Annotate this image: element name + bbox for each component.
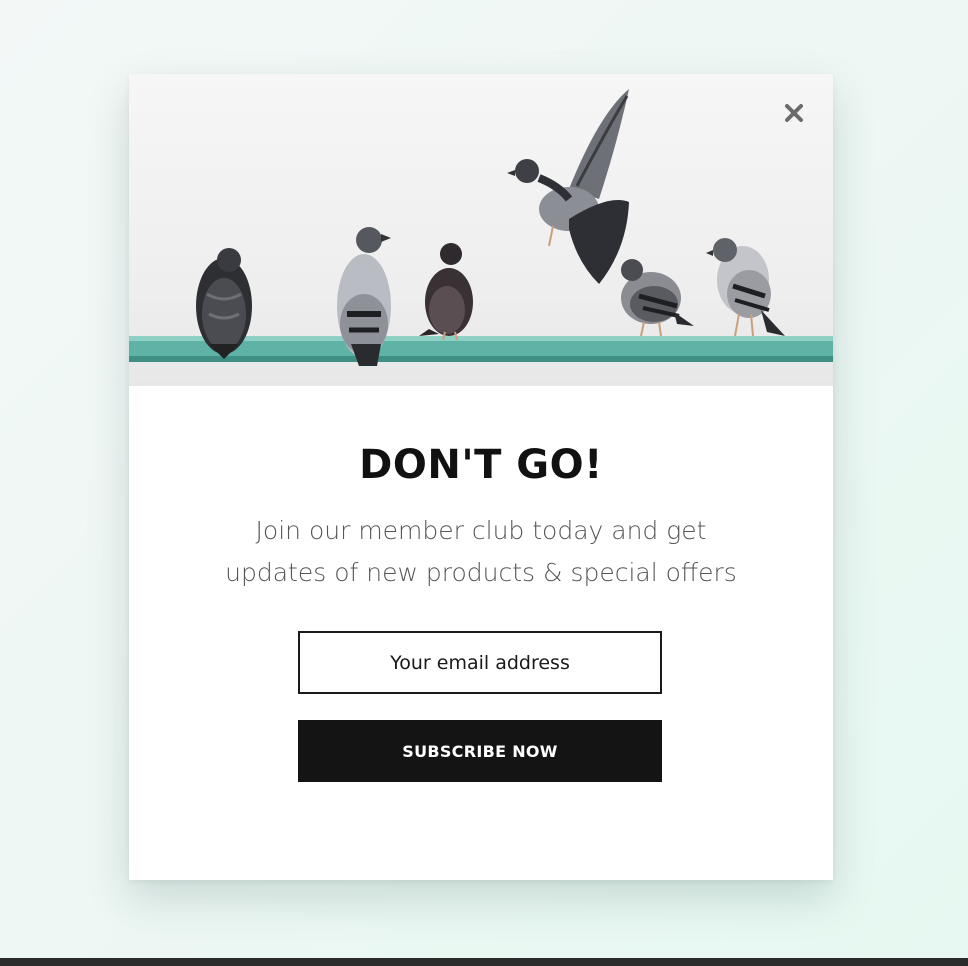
popup-description-line: updates of new products & special offers [225,558,737,587]
hero-image [129,74,833,386]
pigeon-figure [507,89,629,284]
subscribe-button[interactable]: SUBSCRIBE NOW [298,720,662,782]
email-input[interactable] [298,631,662,694]
popup-headline: DON'T GO! [359,442,603,488]
exit-intent-popup: DON'T GO! Join our member club today and… [129,74,833,880]
bottom-edge-bar [0,958,968,966]
popup-description-line: Join our member club today and get [255,516,707,545]
close-icon [785,104,803,122]
close-button[interactable] [781,100,807,126]
pigeon-figure [419,243,473,341]
popup-description: Join our member club today and get updat… [189,510,773,594]
pigeon-figure [621,259,694,337]
pigeon-figure [706,238,785,337]
